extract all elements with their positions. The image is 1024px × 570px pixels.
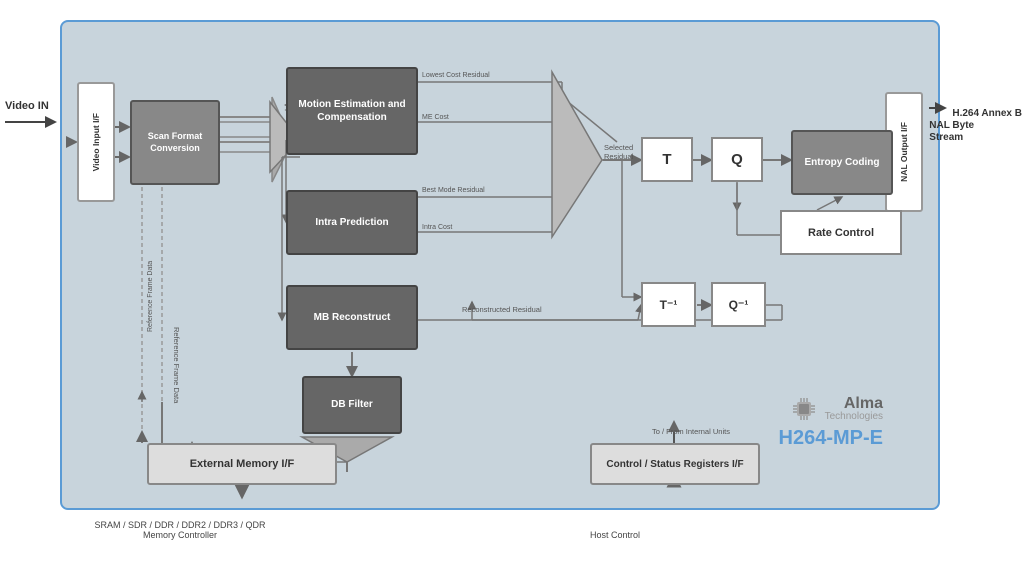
motion-estimation-box: Motion Estimation and Compensation [286, 67, 418, 155]
alma-model: H264-MP-E [779, 427, 883, 450]
q-quantize-box: Q [711, 137, 763, 182]
entropy-label: Entropy Coding [801, 152, 884, 174]
qinv-label: Q⁻¹ [729, 298, 749, 312]
alma-sub: Technologies [825, 412, 883, 422]
nal-out-label: H.264 Annex B NAL Byte Stream [929, 100, 1022, 143]
alma-name: Alma [825, 396, 883, 412]
svg-text:To / From Internal Units: To / From Internal Units [652, 427, 730, 436]
video-in-arrow [5, 114, 60, 130]
svg-text:Reference Frame Data: Reference Frame Data [172, 327, 181, 404]
t-label: T [662, 151, 671, 168]
intra-label: Intra Prediction [315, 217, 388, 228]
vif-label: Video Input I/F [91, 113, 101, 171]
motion-label: Motion Estimation and Compensation [288, 92, 416, 130]
t-inverse-box: T⁻¹ [641, 282, 696, 327]
scan-format-box: Scan Format Conversion [130, 100, 220, 185]
nal-line1: H.264 Annex B [952, 108, 1022, 119]
nal-out-arrow [929, 100, 949, 116]
chip-icon [789, 394, 819, 424]
extmem-label: External Memory I/F [190, 458, 295, 470]
nal-label: NAL Output I/F [899, 122, 909, 182]
scan-label: Scan Format Conversion [132, 127, 218, 158]
svg-text:Reference Frame Data: Reference Frame Data [147, 261, 154, 332]
external-memory-box: External Memory I/F [147, 443, 337, 485]
rate-label: Rate Control [808, 227, 874, 239]
svg-text:Lowest Cost Residual: Lowest Cost Residual [422, 72, 490, 79]
db-filter-box: DB Filter [302, 376, 402, 434]
q-inverse-box: Q⁻¹ [711, 282, 766, 327]
intra-prediction-box: Intra Prediction [286, 190, 418, 255]
svg-text:Reconstructed Residual: Reconstructed Residual [462, 305, 542, 314]
video-in-label: Video IN [5, 100, 60, 130]
control-status-box: Control / Status Registers I/F [590, 443, 760, 485]
mb-reconstruct-box: MB Reconstruct [286, 285, 418, 350]
rate-control-box: Rate Control [780, 210, 902, 255]
nal-line2: NAL Byte [929, 120, 974, 131]
svg-text:Selected: Selected [604, 143, 633, 152]
mbrec-label: MB Reconstruct [314, 312, 391, 323]
sram-label: SRAM / SDR / DDR / DDR2 / DDR3 / QDR Mem… [80, 520, 280, 540]
svg-text:Residual: Residual [604, 152, 634, 161]
q-label: Q [731, 151, 743, 168]
entropy-coding-box: Entropy Coding [791, 130, 893, 195]
vif-box: Video Input I/F [77, 82, 115, 202]
nal-line3: Stream [929, 132, 963, 143]
svg-text:Best Mode Residual: Best Mode Residual [422, 187, 485, 194]
alma-logo: Alma Technologies H264-MP-E [779, 394, 883, 450]
ctrl-label: Control / Status Registers I/F [604, 456, 745, 473]
svg-text:ME Cost: ME Cost [422, 114, 449, 121]
svg-text:Intra Cost: Intra Cost [422, 224, 452, 231]
host-control-label: Host Control [565, 530, 665, 540]
t-transform-box: T [641, 137, 693, 182]
tinv-label: T⁻¹ [660, 298, 678, 312]
db-label: DB Filter [331, 398, 373, 412]
